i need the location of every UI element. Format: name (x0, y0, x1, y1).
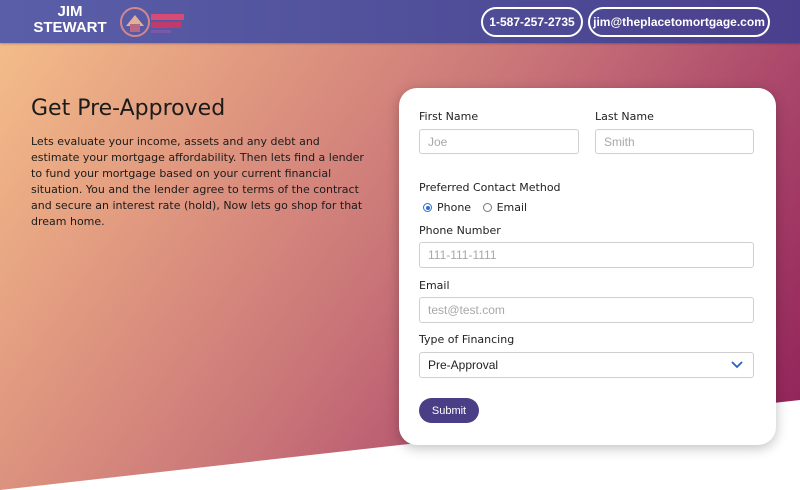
hero-description: Lets evaluate your income, assets and an… (31, 135, 364, 228)
contact-option-email-label: Email (496, 201, 528, 214)
contact-option-email[interactable]: Email (482, 201, 528, 214)
radio-selected-icon[interactable] (423, 203, 432, 212)
email-label: Email (419, 279, 450, 292)
email-link-button[interactable]: jim@theplacetomortgage.com (588, 7, 770, 37)
brand-name[interactable]: JIM STEWART (32, 4, 108, 36)
contact-option-phone[interactable]: Phone (423, 201, 471, 214)
brand-name-line1: JIM (57, 3, 83, 20)
company-logo[interactable] (118, 4, 188, 38)
last-name-input[interactable] (595, 129, 754, 154)
submit-button[interactable]: Submit (419, 398, 479, 423)
last-name-label: Last Name (595, 110, 654, 123)
pre-approval-form: First Name Last Name Preferred Contact M… (399, 88, 776, 445)
contact-option-phone-label: Phone (437, 201, 472, 214)
brand-name-line2: STEWART (33, 19, 107, 36)
email-input[interactable] (419, 297, 754, 323)
financing-type-value: Pre-Approval (428, 358, 499, 372)
first-name-input[interactable] (419, 129, 579, 154)
phone-link-button[interactable]: 1-587-257-2735 (481, 7, 583, 37)
financing-type-label: Type of Financing (419, 333, 515, 346)
phone-number-input[interactable] (419, 242, 754, 268)
site-header: JIM STEWART 1-587-257-2735 jim@theplacet… (0, 0, 800, 43)
contact-method-radio-group: Phone Email (423, 201, 535, 215)
chevron-down-icon[interactable] (731, 360, 743, 370)
financing-type-select[interactable]: Pre-Approval (419, 352, 754, 378)
first-name-label: First Name (419, 110, 479, 123)
page-title: Get Pre-Approved (31, 96, 226, 121)
contact-method-label: Preferred Contact Method (419, 181, 561, 194)
phone-number-label: Phone Number (419, 224, 501, 237)
radio-unselected-icon[interactable] (482, 203, 492, 212)
